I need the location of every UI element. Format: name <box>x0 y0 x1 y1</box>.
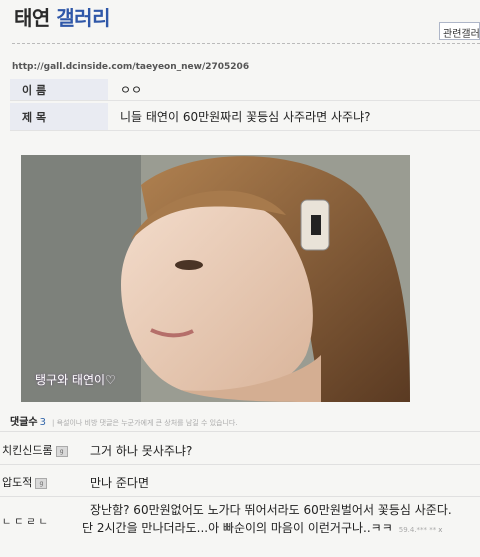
gallery-title-main: 태연 <box>14 6 50 30</box>
comment-text-line2: 단 2시간을 만나더라도...아 빠순이의 마음이 이런거구나..ㅋㅋ 59.4.… <box>82 521 443 535</box>
name-row: 이 름 ㅇㅇ <box>10 79 480 101</box>
comment-author[interactable]: ㄴㄷㄹㄴ <box>2 513 51 528</box>
comment-policy-note: | 욕설이나 비방 댓글은 누군가에게 큰 상처를 남길 수 있습니다. <box>51 419 238 427</box>
comment-item: 압도적 g 만나 준다면 <box>0 464 480 496</box>
subject-row: 제 목 니들 태연이 60만원짜리 꽃등심 사주라면 사주냐? <box>10 103 480 131</box>
post-url[interactable]: http://gall.dcinside.com/taeyeon_new/270… <box>12 62 249 72</box>
photo-illustration <box>21 155 410 402</box>
comment-text: 만나 준다면 <box>90 476 150 490</box>
comment-author[interactable]: 치킨신드롬 g <box>2 442 68 458</box>
comment-ip: 59.4.*** ** <box>398 526 437 534</box>
related-gallery-button[interactable]: 관련갤러리 <box>439 22 480 40</box>
delete-comment-button[interactable]: x <box>438 526 442 534</box>
comment-count-header: 댓글수 3 | 욕설이나 비방 댓글은 누군가에게 큰 상처를 남길 수 있습니다. <box>10 413 238 428</box>
comment-count-label: 댓글수 <box>10 417 38 428</box>
gallog-icon[interactable]: g <box>55 445 68 457</box>
name-label: 이 름 <box>10 79 108 100</box>
gallery-title[interactable]: 태연 갤러리 <box>14 2 110 31</box>
comment-item: 치킨신드롬 g 그거 하나 못사주냐? <box>0 431 480 464</box>
post-photo: 탱구와 태연이♡ <box>21 155 410 402</box>
comment-text: 그거 하나 못사주냐? <box>90 444 193 458</box>
comment-text-line1: 장난함? 60만원없어도 노가다 뛰어서라도 60만원벌어서 꽃등심 사준다. <box>90 503 452 517</box>
post-subject: 니들 태연이 60만원짜리 꽃등심 사주라면 사주냐? <box>120 110 371 124</box>
gallery-title-sub: 갤러리 <box>56 6 110 30</box>
photo-caption: 탱구와 태연이♡ <box>35 373 116 387</box>
comment-author[interactable]: 압도적 g <box>2 474 48 490</box>
gallog-icon[interactable]: g <box>35 477 48 489</box>
comment-item: ㄴㄷㄹㄴ 장난함? 60만원없어도 노가다 뛰어서라도 60만원벌어서 꽃등심 … <box>0 496 480 557</box>
comment-count: 3 <box>39 417 46 428</box>
header-divider <box>12 43 480 44</box>
author-name: ㅇㅇ <box>120 83 143 97</box>
subject-label: 제 목 <box>10 103 108 130</box>
